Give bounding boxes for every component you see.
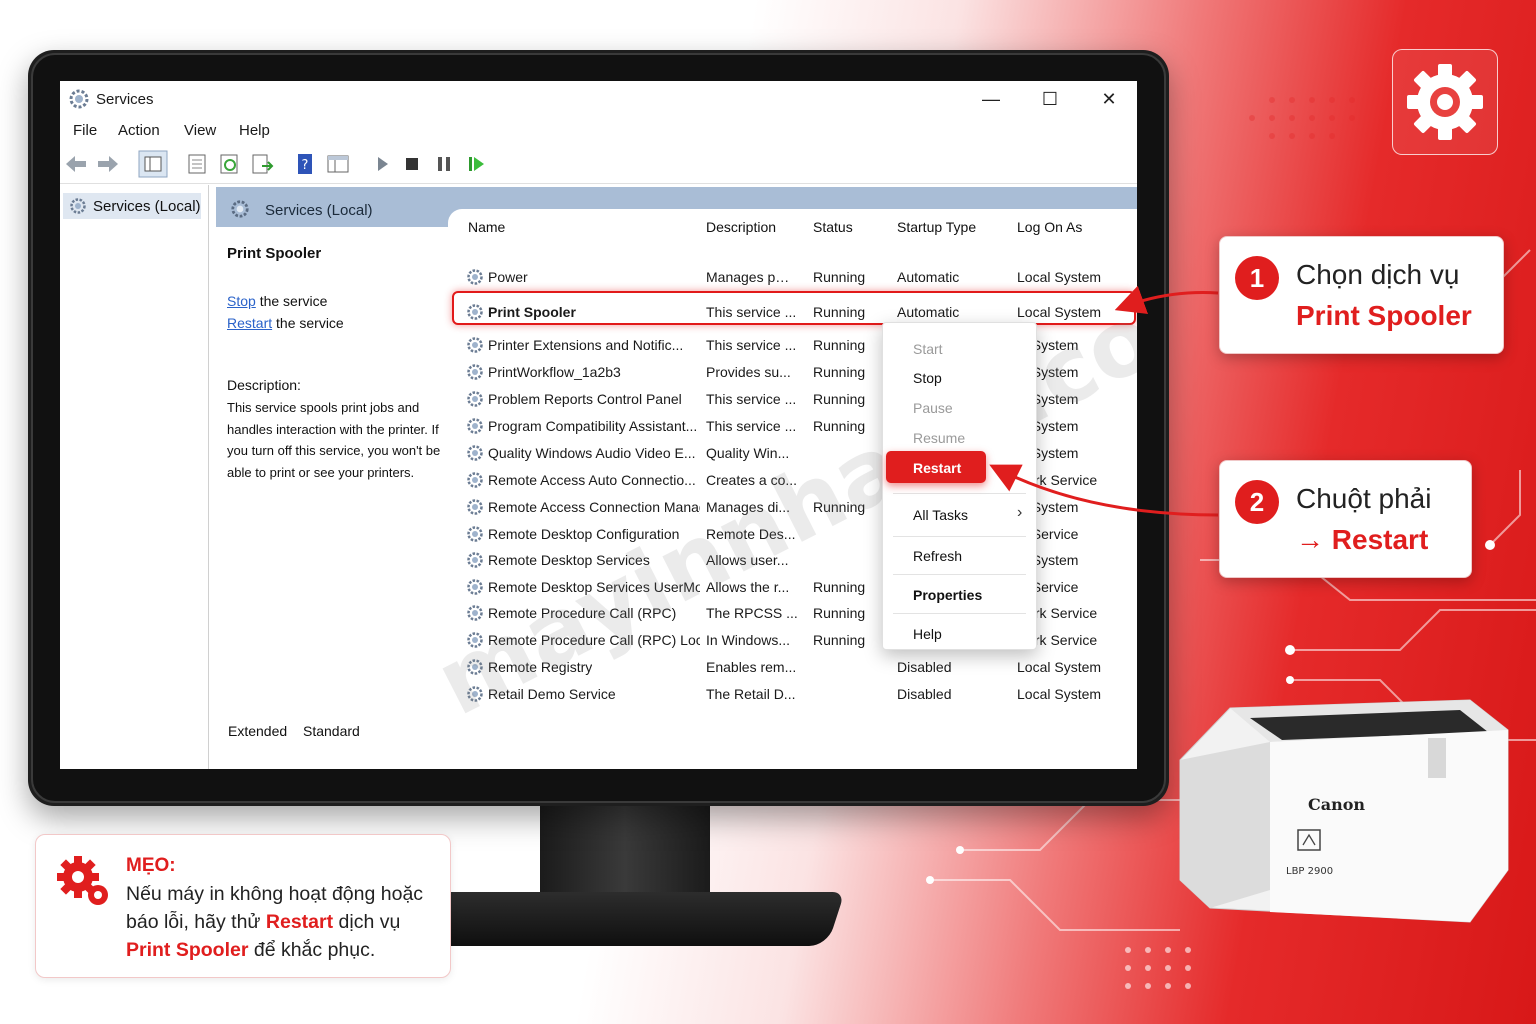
tip-text: Nếu máy in không hoạt động hoặc báo lỗi,… — [126, 880, 442, 964]
arrow-to-restart — [989, 464, 1219, 517]
step-number: 1 — [1235, 256, 1279, 300]
tip-text-part: để khắc phục. — [248, 939, 376, 961]
tip-heading: MẸO: — [126, 855, 176, 876]
step-number: 2 — [1235, 480, 1279, 524]
arrow-to-print-spooler — [1114, 285, 1219, 314]
printer-model: LBP 2900 — [1286, 866, 1333, 877]
gear-icon — [57, 856, 108, 905]
callout-2-line1: Chuột phải — [1296, 483, 1432, 514]
callout-1-line1: Chọn dịch vụ — [1296, 259, 1460, 290]
callout-step-2: 2 Chuột phải → Restart — [1219, 460, 1472, 578]
tip-text-part: dịch vụ — [333, 911, 401, 933]
callout-step-1: 1 Chọn dịch vụ Print Spooler — [1219, 236, 1504, 354]
callout-2-line2: → Restart — [1296, 524, 1429, 555]
printer-brand: Canon — [1308, 795, 1365, 814]
tip-box: MẸO: Nếu máy in không hoạt động hoặc báo… — [35, 834, 451, 978]
canon-printer-image: Canon LBP 2900 — [1179, 699, 1509, 923]
tip-restart-highlight: Restart — [265, 911, 334, 933]
callout-1-line2: Print Spooler — [1296, 300, 1472, 331]
tip-print-spooler-highlight: Print Spooler — [126, 939, 249, 961]
